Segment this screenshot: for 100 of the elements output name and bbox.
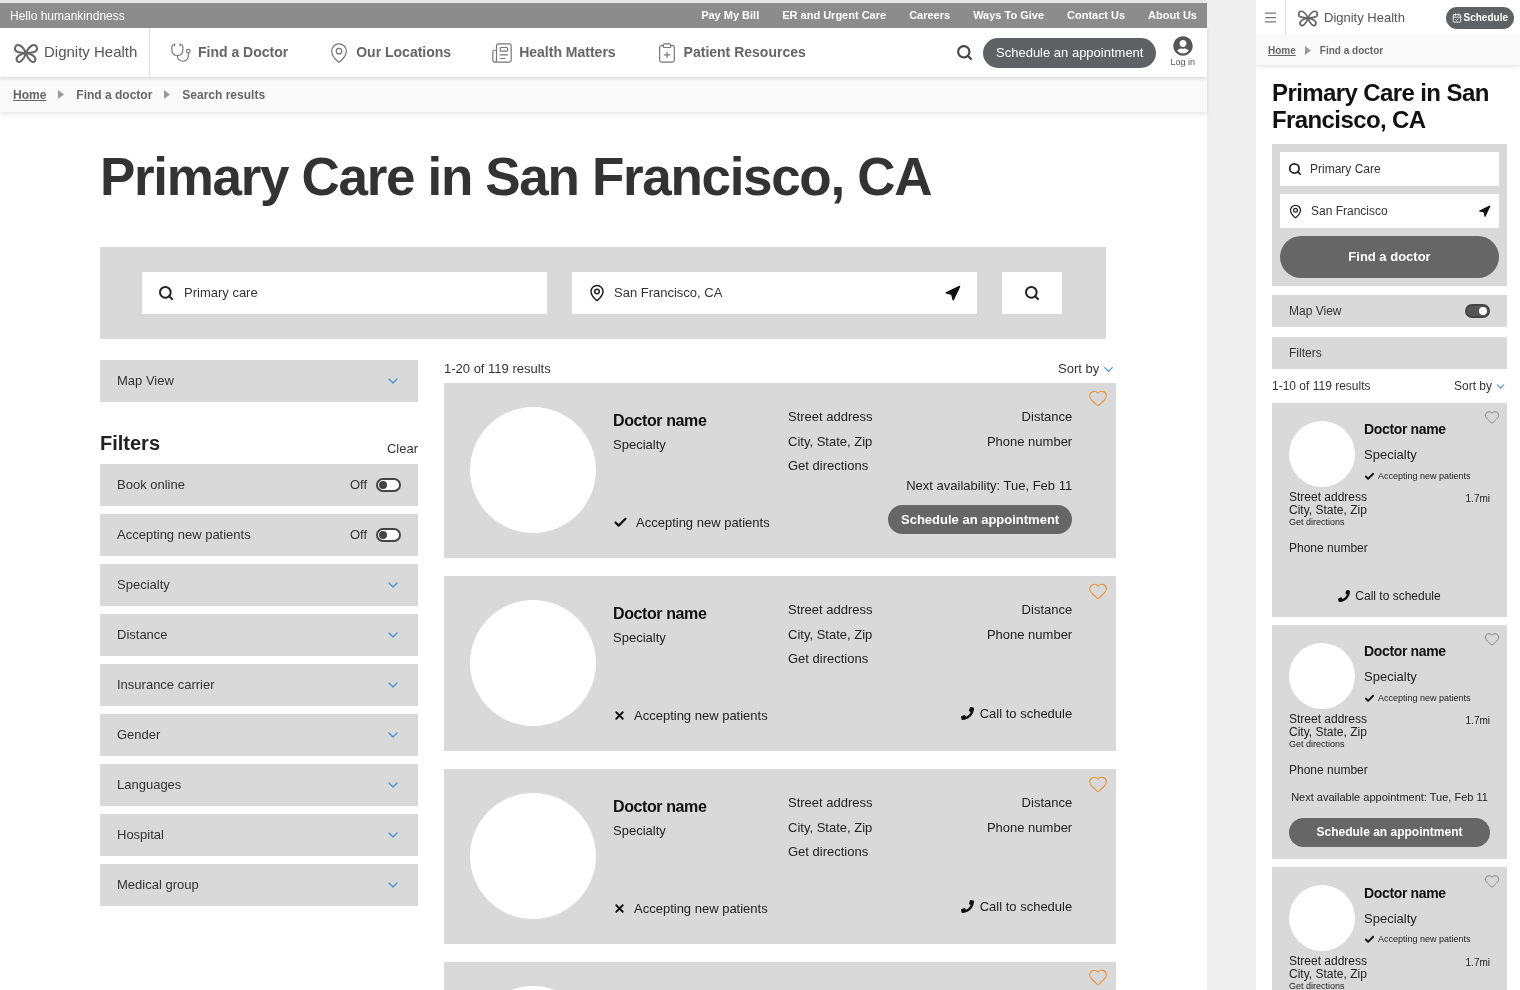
address-text: Street address [788, 408, 874, 426]
directions-link[interactable]: Get directions [788, 842, 888, 862]
location-field[interactable]: San Francisco [1280, 194, 1499, 228]
location-pin-icon [588, 284, 606, 302]
schedule-button[interactable]: Schedule an appointment [1289, 817, 1490, 847]
phone-text: Phone number [986, 818, 1073, 837]
nav-link[interactable]: Health Matters [519, 42, 616, 63]
menu-icon[interactable] [1263, 10, 1278, 25]
search-icon [1288, 162, 1302, 176]
directions-link[interactable]: Get directions [1289, 980, 1368, 990]
navigation-arrow-icon[interactable] [944, 284, 961, 302]
filter-dropdown[interactable]: Insurance carrier [100, 664, 418, 706]
directions-link[interactable]: Get directions [788, 649, 888, 669]
phone-icon [960, 899, 974, 913]
stethoscope-icon [170, 41, 192, 64]
availability-text: Next availability: Tue, Feb 11 [906, 476, 1073, 495]
search-button[interactable] [1002, 272, 1062, 314]
distance-text: Distance [1021, 601, 1073, 619]
specialty-text: Specialty [613, 436, 667, 454]
results-count: 1-20 of 119 results [444, 360, 551, 379]
toggle-switch[interactable] [1465, 304, 1490, 318]
specialty-text: Specialty [1364, 668, 1418, 686]
distance-text: 1.7mi [1465, 955, 1490, 970]
phone-text: Phone number [986, 625, 1073, 644]
accepting-text: Accepting new patients [634, 706, 768, 725]
filter-label: Accepting new patients [117, 526, 252, 545]
sort-link[interactable]: Sort by [1454, 377, 1492, 395]
address-text: Street address [788, 794, 874, 812]
filters-button[interactable]: Filters [1272, 337, 1507, 369]
call-link[interactable]: Call to schedule [979, 703, 1073, 723]
greeting-text: Hello humankindness [10, 7, 125, 25]
breadcrumb-link[interactable]: Search results [182, 85, 266, 104]
filter-dropdown[interactable]: Hospital [100, 814, 418, 856]
specialty-text: Specialty [613, 629, 667, 647]
call-link[interactable]: Call to schedule [1355, 587, 1441, 605]
toggle-switch[interactable] [376, 528, 401, 542]
filter-dropdown[interactable]: Gender [100, 714, 418, 756]
distance-text: 1.7mi [1465, 714, 1490, 728]
schedule-button[interactable]: Schedule an appointment [888, 505, 1073, 534]
breadcrumb-link[interactable]: Home [1268, 42, 1296, 58]
toggle-state: Off [349, 476, 367, 495]
navigation-arrow-icon[interactable] [1478, 204, 1491, 218]
phone-icon [960, 706, 974, 720]
search-field[interactable]: Primary Care [1280, 152, 1499, 186]
directions-link[interactable]: Get directions [1289, 517, 1368, 527]
accepting-text: Accepting new patients [634, 899, 768, 918]
nav-link[interactable]: Our Locations [356, 42, 452, 63]
address-text: City, State, Zip [1289, 504, 1368, 517]
schedule-button[interactable]: Schedule an appointment [983, 37, 1157, 68]
filter-dropdown[interactable]: Languages [100, 764, 418, 806]
calendar-icon [1451, 12, 1462, 23]
address-text: Street address [788, 601, 874, 619]
specialty-text: Specialty [613, 822, 667, 840]
specialty-text: Specialty [1364, 909, 1418, 928]
search-field[interactable]: Primary care [142, 272, 547, 314]
nav-link[interactable]: Find a Doctor [198, 42, 289, 63]
address-text: Street address [1289, 491, 1368, 504]
distance-text: Distance [1021, 794, 1073, 812]
nav-link[interactable]: Patient Resources [683, 42, 806, 63]
location-field[interactable]: San Francisco, CA [572, 272, 977, 314]
schedule-button[interactable]: Schedule [1445, 6, 1514, 29]
availability-text: Next available appointment: Tue, Feb 11 [1290, 790, 1489, 805]
search-icon[interactable] [956, 44, 973, 61]
find-doctor-button[interactable]: Find a doctor [1280, 236, 1499, 278]
call-link[interactable]: Call to schedule [979, 896, 1073, 916]
filter-dropdown[interactable]: Medical group [100, 864, 418, 906]
location-pin-icon [1288, 203, 1303, 219]
logo-text: Dignity Health [44, 42, 138, 63]
address-text: City, State, Zip [1289, 726, 1368, 739]
login-link[interactable]: Log in [1170, 55, 1195, 70]
accepting-text: Accepting new patients [1378, 691, 1471, 705]
breadcrumb-link[interactable]: Find a doctor [76, 85, 153, 104]
phone-text: Phone number [1289, 540, 1369, 557]
address-text: City, State, Zip [788, 432, 874, 451]
phone-icon [1338, 590, 1351, 602]
breadcrumb-link[interactable]: Home [13, 85, 47, 104]
sort-link[interactable]: Sort by [1058, 359, 1100, 379]
results-count: 1-10 of 119 results [1272, 378, 1371, 395]
search-icon [1024, 285, 1040, 301]
directions-link[interactable]: Get directions [1289, 739, 1368, 749]
clear-link[interactable]: Clear [386, 438, 418, 458]
filters-heading: Filters [100, 431, 161, 456]
breadcrumb-link[interactable]: Find a doctor [1319, 42, 1384, 58]
toggle-state: Off [349, 526, 367, 545]
address-text: City, State, Zip [788, 818, 874, 837]
doctor-name: Doctor name [613, 797, 708, 817]
doctor-name: Doctor name [1364, 883, 1447, 903]
caret-icon [164, 90, 171, 99]
toggle-switch[interactable] [376, 478, 401, 492]
filter-dropdown[interactable]: Distance [100, 614, 418, 656]
doctor-name: Doctor name [1364, 642, 1447, 661]
map-view-dropdown[interactable]: Map View [100, 360, 418, 402]
accepting-text: Accepting new patients [636, 513, 770, 532]
filter-dropdown[interactable]: Specialty [100, 564, 418, 606]
doctor-name: Doctor name [613, 411, 708, 431]
account-icon[interactable] [1172, 35, 1193, 56]
logo-text: Dignity Health [1324, 8, 1405, 27]
directions-link[interactable]: Get directions [788, 456, 888, 476]
page-title: Primary Care in San Francisco, CA [100, 146, 933, 208]
accepting-text: Accepting new patients [1378, 933, 1471, 946]
